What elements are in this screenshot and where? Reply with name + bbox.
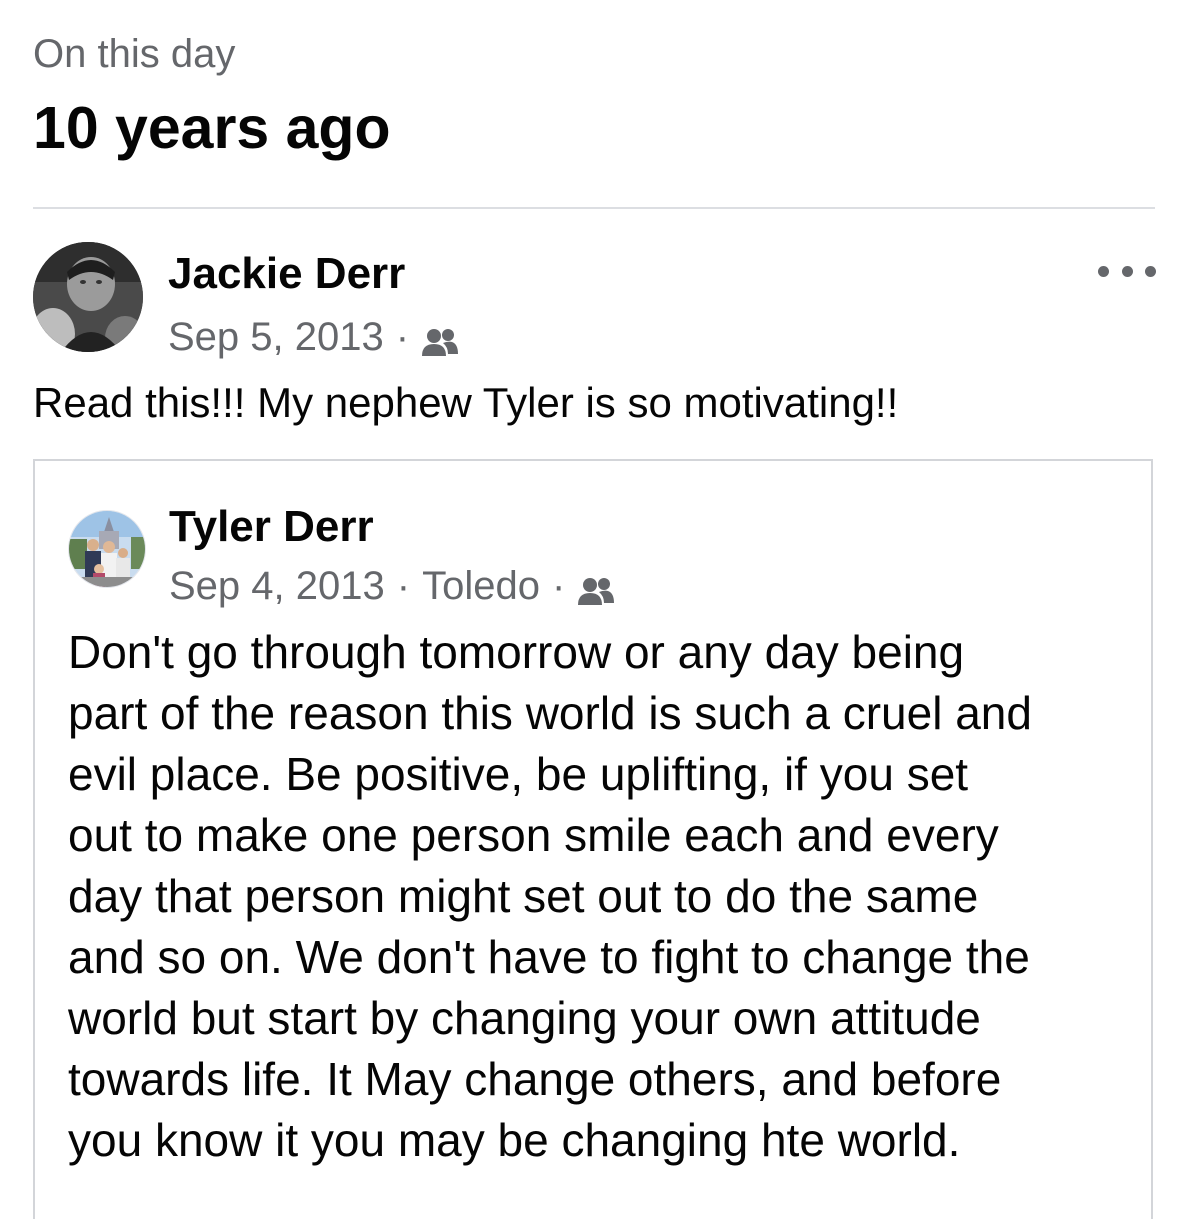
shared-post-card[interactable]: Tyler Derr Sep 4, 2013 · Toledo · Don't …	[33, 459, 1153, 1219]
meta-separator: ·	[396, 564, 411, 608]
shared-author-avatar-image	[69, 511, 145, 587]
memory-header-subtitle: On this day	[33, 32, 236, 76]
shared-post-body-line: out to make one person smile each and ev…	[68, 809, 999, 861]
shared-post-meta: Sep 4, 2013 · Toledo ·	[169, 561, 615, 611]
more-options-button[interactable]	[1098, 254, 1156, 288]
shared-post-body-line: world but start by changing your own att…	[68, 992, 981, 1044]
shared-post-body-line: you know it you may be changing hte worl…	[68, 1114, 961, 1166]
friends-icon[interactable]	[421, 321, 459, 356]
shared-author-avatar[interactable]	[68, 510, 146, 588]
shared-author-name[interactable]: Tyler Derr	[169, 501, 374, 553]
shared-post-body-line: and so on. We don't have to fight to cha…	[68, 931, 1030, 983]
author-avatar[interactable]	[33, 242, 143, 352]
author-avatar-image	[33, 242, 143, 352]
meta-separator: ·	[551, 564, 566, 608]
shared-post-body-line: day that person might set out to do the …	[68, 870, 979, 922]
meta-separator: ·	[395, 315, 410, 359]
shared-post-body-line: part of the reason this world is such a …	[68, 687, 1032, 739]
more-options-icon-dot	[1098, 265, 1109, 277]
shared-post-body-line: Don't go through tomorrow or any day bei…	[68, 626, 965, 678]
shared-post-body-line: towards life. It May change others, and …	[68, 1053, 1002, 1105]
shared-post-body-line: evil place. Be positive, be uplifting, i…	[68, 748, 969, 800]
shared-post-body: Don't go through tomorrow or any day bei…	[68, 622, 1143, 1171]
shared-post-date[interactable]: Sep 4, 2013	[169, 561, 385, 611]
more-options-icon-dot	[1145, 265, 1156, 277]
more-options-icon-dot	[1121, 265, 1133, 277]
post-meta: Sep 5, 2013 ·	[168, 312, 459, 362]
friends-icon[interactable]	[577, 570, 615, 605]
header-divider	[33, 207, 1155, 209]
post-author-name[interactable]: Jackie Derr	[168, 248, 405, 300]
shared-post-location[interactable]: Toledo	[422, 561, 540, 611]
memory-header-title: 10 years ago	[33, 95, 391, 161]
post-date[interactable]: Sep 5, 2013	[168, 312, 384, 362]
post-text: Read this!!! My nephew Tyler is so motiv…	[33, 379, 899, 426]
